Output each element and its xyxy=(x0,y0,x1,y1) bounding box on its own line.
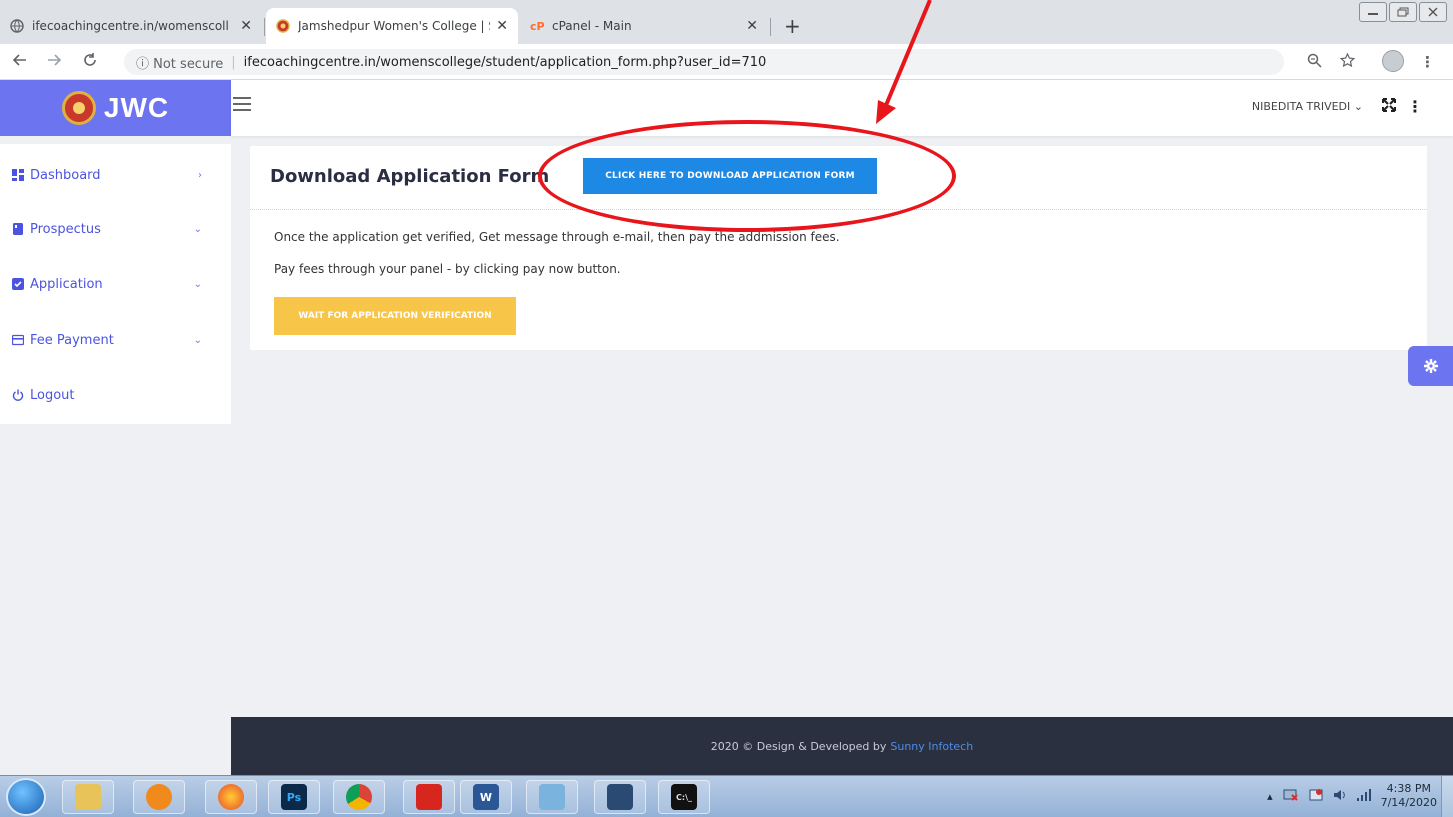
clipboard-check-icon xyxy=(12,278,24,290)
footer-text: 2020 © Design & Developed by xyxy=(710,739,887,753)
sidebar-item-label: Logout xyxy=(30,387,75,403)
back-arrow-icon[interactable] xyxy=(12,52,28,72)
word-icon[interactable]: W xyxy=(460,780,512,814)
college-emblem-icon xyxy=(61,91,96,125)
clock-time: 4:38 PM xyxy=(1386,782,1431,795)
browser-tab-title: ifecoachingcentre.in/womenscoll xyxy=(32,19,229,33)
close-window-icon[interactable] xyxy=(1419,2,1447,22)
zoom-icon[interactable] xyxy=(1307,53,1322,72)
svg-text:cP: cP xyxy=(530,20,544,33)
power-icon xyxy=(12,389,24,401)
chevron-down-icon: ⌄ xyxy=(193,334,202,346)
forward-arrow-icon[interactable] xyxy=(46,52,62,72)
dashboard-icon xyxy=(12,169,24,181)
browser-tab-ifecoaching[interactable]: ifecoachingcentre.in/womenscoll ✕ xyxy=(0,8,262,44)
windows-taskbar: Ps W C:\_ ▴ 4:38 PM 7/14/2020 xyxy=(0,775,1453,817)
tab-separator xyxy=(264,18,265,36)
restore-icon[interactable] xyxy=(1389,2,1417,22)
globe-icon xyxy=(10,19,24,33)
url-text[interactable]: ifecoachingcentre.in/womenscollege/stude… xyxy=(244,55,767,70)
college-logo-icon xyxy=(276,19,290,33)
chrome-icon[interactable] xyxy=(333,780,385,814)
not-secure-label[interactable]: ⓘ Not secure xyxy=(136,53,223,72)
book-icon xyxy=(12,223,24,235)
firefox-icon[interactable] xyxy=(205,780,257,814)
photoshop-label: Ps xyxy=(281,784,307,810)
signal-icon[interactable] xyxy=(1356,788,1371,804)
system-tray: ▴ 4:38 PM 7/14/2020 xyxy=(1267,782,1437,810)
cpanel-icon: cP xyxy=(530,19,544,33)
wait-for-verification-button[interactable]: WAIT FOR APPLICATION VERIFICATION xyxy=(274,297,516,335)
sidebar-item-label: Fee Payment xyxy=(30,332,114,348)
browser-menu-icon[interactable]: ⋮ xyxy=(1420,53,1435,71)
brand-logo-area[interactable]: JWC xyxy=(0,80,231,136)
sidebar-item-label: Prospectus xyxy=(30,221,101,237)
hamburger-menu-icon[interactable] xyxy=(233,97,251,111)
chevron-down-icon: ⌄ xyxy=(193,278,202,290)
chevron-right-icon: › xyxy=(198,169,202,181)
clock-date: 7/14/2020 xyxy=(1380,796,1437,809)
sidebar-item-logout[interactable]: Logout xyxy=(12,384,212,406)
word-label: W xyxy=(473,784,499,810)
sidebar-item-label: Application xyxy=(30,276,103,292)
chevron-down-icon: ⌄ xyxy=(1353,100,1363,113)
action-center-icon[interactable] xyxy=(1309,788,1323,805)
developer-link[interactable]: Sunny Infotech xyxy=(890,740,973,753)
cmd-label: C:\_ xyxy=(671,784,697,810)
chevron-down-icon: ⌄ xyxy=(193,223,202,235)
brand-name: JWC xyxy=(103,92,170,123)
sidebar-item-label: Dashboard xyxy=(30,167,101,183)
sidebar: Dashboard › Prospectus ⌄ Application ⌄ F… xyxy=(0,144,231,424)
system-clock[interactable]: 4:38 PM 7/14/2020 xyxy=(1381,782,1437,810)
page-title: Download Application Form xyxy=(270,166,550,187)
window-controls xyxy=(1359,2,1447,22)
address-divider: | xyxy=(231,54,236,70)
user-menu[interactable]: NIBEDITA TRIVEDI ⌄ xyxy=(1252,100,1363,113)
reload-icon[interactable] xyxy=(82,52,98,72)
close-tab-icon[interactable]: ✕ xyxy=(496,18,508,34)
browser-toolbar: ⓘ Not secure | ifecoachingcentre.in/wome… xyxy=(0,44,1453,80)
tray-expand-icon[interactable]: ▴ xyxy=(1267,790,1273,803)
address-bar[interactable]: ⓘ Not secure | ifecoachingcentre.in/wome… xyxy=(124,49,1284,75)
close-tab-icon[interactable]: ✕ xyxy=(240,18,252,34)
acrobat-icon[interactable] xyxy=(403,780,455,814)
tab-separator xyxy=(770,18,771,36)
browser-tab-title: Jamshedpur Women's College | S xyxy=(298,19,491,33)
browser-tab-title: cPanel - Main xyxy=(552,19,632,33)
more-options-icon[interactable]: ⋮ xyxy=(1407,97,1423,116)
annotation-ellipse xyxy=(538,120,956,232)
photoshop-icon[interactable]: Ps xyxy=(268,780,320,814)
fullscreen-icon[interactable] xyxy=(1381,97,1397,117)
brackets-icon[interactable] xyxy=(594,780,646,814)
start-button-icon[interactable] xyxy=(6,778,46,816)
credit-card-icon xyxy=(12,334,24,346)
network-error-icon[interactable] xyxy=(1283,788,1299,805)
new-tab-button[interactable]: + xyxy=(784,14,801,38)
browser-tab-jamshedpur[interactable]: Jamshedpur Women's College | S ✕ xyxy=(266,8,518,44)
verification-info-text: Once the application get verified, Get m… xyxy=(274,230,840,244)
settings-gear-icon[interactable] xyxy=(1408,346,1453,386)
page-footer: 2020 © Design & Developed by Sunny Infot… xyxy=(231,717,1453,775)
command-prompt-icon[interactable]: C:\_ xyxy=(658,780,710,814)
file-explorer-icon[interactable] xyxy=(62,780,114,814)
sidebar-item-fee-payment[interactable]: Fee Payment ⌄ xyxy=(12,329,212,351)
profile-avatar[interactable] xyxy=(1382,50,1404,72)
bookmark-star-icon[interactable] xyxy=(1339,52,1356,72)
show-desktop-button[interactable] xyxy=(1441,776,1453,817)
sidebar-item-dashboard[interactable]: Dashboard › xyxy=(12,164,212,186)
user-name: NIBEDITA TRIVEDI xyxy=(1251,100,1351,113)
browser-tab-strip: ifecoachingcentre.in/womenscoll ✕ Jamshe… xyxy=(0,0,1453,44)
payment-info-text: Pay fees through your panel - by clickin… xyxy=(274,262,621,276)
sidebar-item-prospectus[interactable]: Prospectus ⌄ xyxy=(12,218,212,240)
media-player-icon[interactable] xyxy=(133,780,185,814)
annotation-arrow xyxy=(876,0,932,124)
close-tab-icon[interactable]: ✕ xyxy=(746,18,758,34)
volume-icon[interactable] xyxy=(1333,788,1347,805)
minimize-icon[interactable] xyxy=(1359,2,1387,22)
notepad-icon[interactable] xyxy=(526,780,578,814)
sidebar-item-application[interactable]: Application ⌄ xyxy=(12,273,212,295)
browser-tab-cpanel[interactable]: cP cPanel - Main ✕ xyxy=(520,8,768,44)
